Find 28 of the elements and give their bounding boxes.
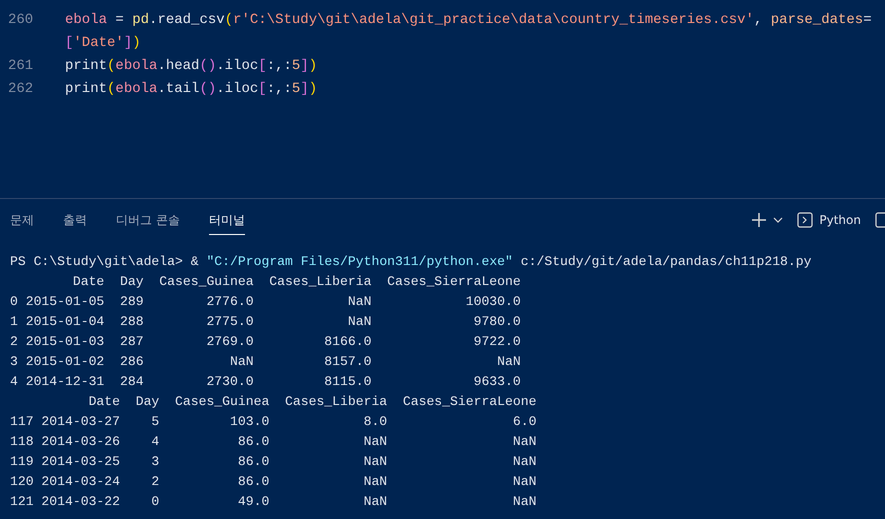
terminal-line: 119 2014-03-25 3 86.0 NaN NaN: [10, 453, 538, 471]
terminal-line: 2 2015-01-03 287 2769.0 8166.0 9722.0: [10, 333, 522, 351]
code-line: ebola = pd.read_csv(r'C:\Study\git\adela\git_practice\data\country_timeseries.csv', parse_dates=: [65, 12, 872, 28]
panel-tab[interactable]: 문제: [10, 206, 34, 234]
code-line: ['Date']): [65, 34, 141, 50]
chevron-down-icon[interactable]: [773, 217, 784, 223]
code-line: print(ebola.tail().iloc[:,:5]): [65, 80, 318, 96]
terminal-line: 118 2014-03-26 4 86.0 NaN NaN: [10, 433, 538, 451]
line-number: 262: [7, 80, 34, 96]
terminal-line: 4 2014-12-31 284 2730.0 8115.0 9633.0: [10, 373, 522, 391]
code-line: print(ebola.head().iloc[:,:5]): [65, 58, 318, 74]
panel-tab[interactable]: 디버그 콘솔: [116, 206, 180, 234]
terminal-line: PS C:\Study\git\adela> & "C:/Program Files/Python311/python.exe" c:/Study/git/adela/pandas/ch11p218.py: [10, 253, 812, 271]
terminal-line: Date Day Cases_Guinea Cases_Liberia Cases_SierraLeone: [72, 273, 522, 291]
line-number: 261: [7, 58, 34, 74]
terminal-line: Date Day Cases_Guinea Cases_Liberia Cases_SierraLeone: [88, 393, 538, 411]
plus-icon[interactable]: [751, 212, 768, 228]
terminal-icon: [797, 212, 814, 228]
line-number: 260: [7, 12, 34, 28]
terminal-line: 121 2014-03-22 0 49.0 NaN NaN: [10, 493, 538, 511]
terminal-line: 1 2015-01-04 288 2775.0 NaN 9780.0: [10, 313, 522, 331]
terminal-selector[interactable]: Python: [797, 212, 861, 228]
panel-tab[interactable]: 출력: [63, 206, 87, 234]
panel-tab[interactable]: 터미널: [208, 206, 245, 234]
terminal-line: 120 2014-03-24 2 86.0 NaN NaN: [10, 473, 538, 491]
terminal-line: 3 2015-01-02 286 NaN 8157.0 NaN: [10, 353, 522, 371]
terminal-line: 117 2014-03-27 5 103.0 8.0 6.0: [10, 413, 538, 431]
terminal-line: 0 2015-01-05 289 2776.0 NaN 10030.0: [10, 293, 522, 311]
